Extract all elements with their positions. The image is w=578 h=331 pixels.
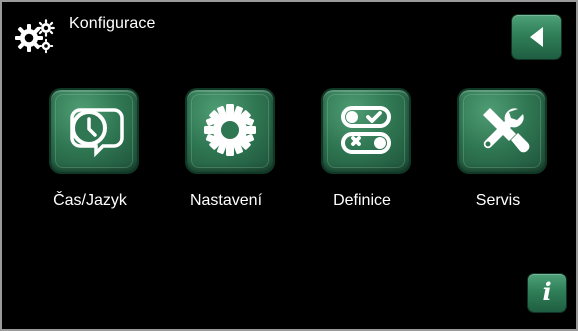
back-arrow-icon: [529, 27, 543, 47]
info-icon: i: [542, 277, 552, 306]
menu-item-definice[interactable]: Definice: [306, 90, 418, 215]
toggle-switches-icon: [334, 98, 398, 162]
cas-jazyk-button[interactable]: [51, 90, 137, 172]
menu-item-nastaveni[interactable]: Nastavení: [170, 90, 282, 215]
tools-icon: [470, 98, 534, 162]
gear-icon: [198, 98, 262, 162]
menu-grid: Čas/Jazyk Nastavení Definice Servis: [2, 90, 576, 220]
nastaveni-button[interactable]: [187, 90, 273, 172]
cas-jazyk-label: Čas/Jazyk: [53, 192, 127, 209]
servis-label: Servis: [475, 192, 521, 209]
nastaveni-label: Nastavení: [189, 192, 263, 209]
page-title: Konfigurace: [69, 15, 156, 32]
header: Konfigurace: [2, 2, 576, 72]
menu-item-servis[interactable]: Servis: [442, 90, 554, 215]
clock-speech-bubble-icon: [62, 98, 126, 162]
definice-button[interactable]: [323, 90, 409, 172]
gears-icon: [15, 17, 57, 55]
definice-label: Definice: [333, 192, 391, 209]
info-button[interactable]: i: [528, 274, 566, 312]
menu-item-cas-jazyk[interactable]: Čas/Jazyk: [34, 90, 146, 215]
configuration-screen: Konfigurace Čas/Jazyk Nastavení Definice…: [0, 0, 578, 331]
servis-button[interactable]: [459, 90, 545, 172]
back-button[interactable]: [512, 15, 561, 59]
